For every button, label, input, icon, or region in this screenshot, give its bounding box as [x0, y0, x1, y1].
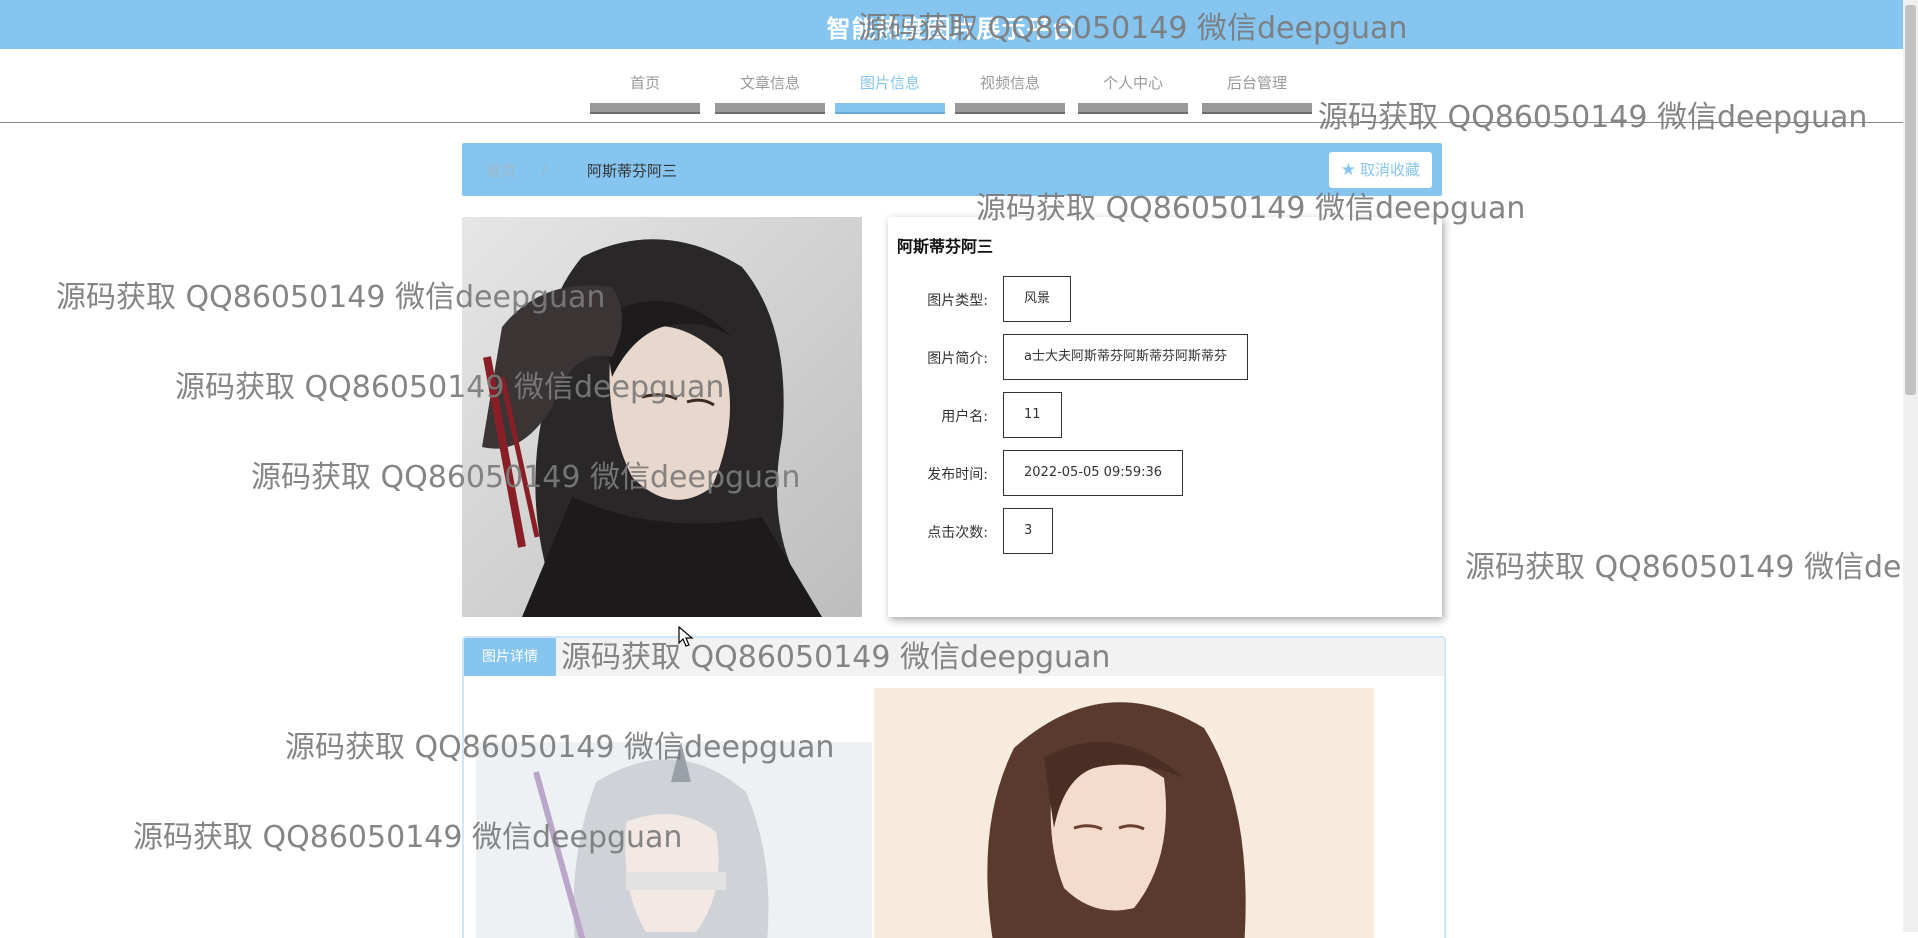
- portrait-illustration: [462, 217, 862, 617]
- info-label: 发布时间:: [927, 467, 988, 483]
- info-label: 用户名:: [941, 409, 988, 425]
- nav-item-bar: [955, 103, 1065, 112]
- scrollbar-thumb[interactable]: [1905, 5, 1916, 395]
- nav-item-bar: [590, 103, 700, 112]
- info-label: 图片简介:: [927, 351, 988, 367]
- nav-item-bar: [1202, 103, 1312, 112]
- info-row-username: 用户名: 11: [888, 392, 1442, 438]
- info-label: 点击次数:: [927, 525, 988, 541]
- info-label: 图片类型:: [927, 293, 988, 309]
- star-icon: ★: [1340, 160, 1356, 180]
- nav-item-label: 视频信息: [979, 74, 1040, 92]
- nav-item-profile[interactable]: 个人中心: [1078, 60, 1188, 112]
- nav-item-label: 首页: [629, 74, 660, 92]
- site-header: 智能热度图片展示平台: [0, 0, 1903, 49]
- breadcrumb: 首页 / 阿斯蒂芬阿三 ★ 取消收藏: [462, 143, 1442, 196]
- breadcrumb-separator: /: [542, 160, 548, 178]
- nav-item-bar: [1078, 103, 1188, 112]
- detail-picture-1: [476, 742, 872, 938]
- site-title: 智能热度图片展示平台: [826, 15, 1077, 43]
- nav-item-label: 个人中心: [1102, 74, 1163, 92]
- nav-item-articles[interactable]: 文章信息: [715, 60, 825, 112]
- nav-item-bar: [835, 103, 945, 112]
- nav-divider: [0, 122, 1903, 123]
- nav-item-home[interactable]: 首页: [590, 60, 700, 112]
- mouse-cursor-icon: [678, 626, 694, 647]
- nav-item-label: 后台管理: [1226, 74, 1287, 92]
- vertical-scrollbar[interactable]: [1903, 0, 1918, 932]
- portrait-illustration: [874, 688, 1374, 938]
- tab-header: 图片详情: [464, 638, 1444, 676]
- info-value: 风景: [1003, 276, 1072, 322]
- info-row-publish-time: 发布时间: 2022-05-05 09:59:36: [888, 450, 1442, 496]
- picture-title: 阿斯蒂芬阿三: [897, 237, 994, 256]
- nav-item-label: 文章信息: [739, 74, 800, 92]
- info-value: 11: [1003, 392, 1062, 438]
- tab-picture-detail[interactable]: 图片详情: [464, 638, 556, 676]
- unfavorite-button-label: 取消收藏: [1359, 161, 1420, 179]
- nav-item-label: 图片信息: [859, 74, 920, 92]
- portrait-illustration: [476, 742, 872, 938]
- nav-item-pictures[interactable]: 图片信息: [835, 60, 945, 112]
- watermark-text: 源码获取 QQ86050149 微信deepguan: [1318, 100, 1868, 135]
- info-value: a士大夫阿斯蒂芬阿斯蒂芬阿斯蒂芬: [1003, 334, 1248, 380]
- picture-detail-tabs: 图片详情: [462, 636, 1446, 938]
- nav-item-admin[interactable]: 后台管理: [1202, 60, 1312, 112]
- watermark-text: 源码获取 QQ86050149 微信deepguan: [1465, 550, 1918, 585]
- breadcrumb-home-link[interactable]: 首页: [486, 160, 516, 181]
- info-value: 3: [1003, 508, 1054, 554]
- nav-item-bar: [715, 103, 825, 112]
- info-value: 2022-05-05 09:59:36: [1003, 450, 1184, 496]
- nav-item-videos[interactable]: 视频信息: [955, 60, 1065, 112]
- info-row-type: 图片类型: 风景: [888, 276, 1442, 322]
- main-picture: [462, 217, 862, 617]
- breadcrumb-current: 阿斯蒂芬阿三: [587, 162, 678, 180]
- picture-info-card: 阿斯蒂芬阿三 图片类型: 风景 图片简介: a士大夫阿斯蒂芬阿斯蒂芬阿斯蒂芬 用…: [888, 217, 1442, 617]
- unfavorite-button[interactable]: ★ 取消收藏: [1328, 152, 1432, 188]
- info-row-click-count: 点击次数: 3: [888, 508, 1442, 554]
- detail-picture-2: [874, 688, 1374, 938]
- info-row-intro: 图片简介: a士大夫阿斯蒂芬阿斯蒂芬阿斯蒂芬: [888, 334, 1442, 380]
